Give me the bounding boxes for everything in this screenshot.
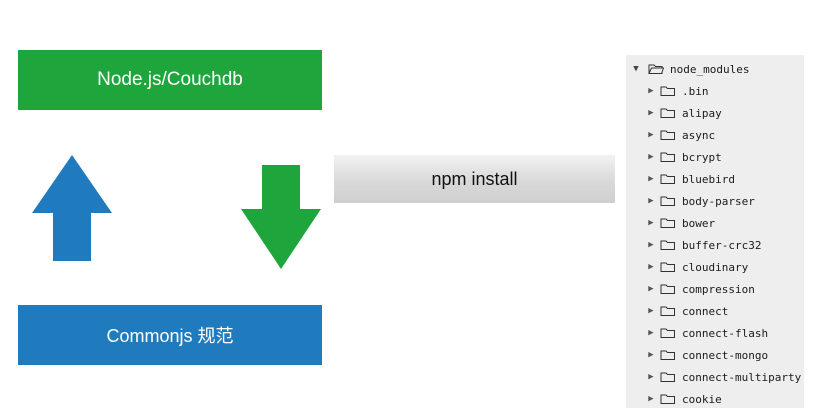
tree-item-label: connect [682, 304, 729, 318]
tree-item-label: connect-mongo [682, 348, 769, 362]
tree-item-label: .bin [682, 84, 709, 98]
folder-icon [660, 218, 675, 228]
folder-icon [660, 130, 675, 140]
tree-item[interactable]: ▶ compression [626, 278, 804, 300]
tree-item[interactable]: ▶ body-parser [626, 190, 804, 212]
folder-icon [660, 262, 675, 272]
tree-item-label: alipay [682, 106, 722, 120]
tree-item[interactable]: ▶ cloudinary [626, 256, 804, 278]
tree-item-label: async [682, 128, 716, 142]
collapse-triangle-icon[interactable]: ▶ [644, 218, 658, 228]
collapse-triangle-icon[interactable]: ▶ [644, 152, 658, 162]
commonjs-spec-box: Commonjs 规范 [18, 305, 322, 365]
folder-icon [660, 284, 675, 294]
collapse-triangle-icon[interactable]: ▶ [644, 262, 658, 272]
collapse-triangle-icon[interactable]: ▶ [644, 196, 658, 206]
tree-item-label: compression [682, 282, 755, 296]
tree-item[interactable]: ▶ buffer-crc32 [626, 234, 804, 256]
tree-item[interactable]: ▶ .bin [626, 80, 804, 102]
commonjs-spec-label: Commonjs 规范 [106, 326, 234, 346]
tree-item-label: connect-multiparty [682, 370, 802, 384]
collapse-triangle-icon[interactable]: ▶ [644, 306, 658, 316]
tree-item-label: buffer-crc32 [682, 238, 762, 252]
tree-item[interactable]: ▶ connect-flash [626, 322, 804, 344]
collapse-triangle-icon[interactable]: ▶ [644, 328, 658, 338]
collapse-triangle-icon[interactable]: ▶ [644, 86, 658, 96]
collapse-triangle-icon[interactable]: ▶ [644, 108, 658, 118]
file-tree-panel: ▼ node_modules ▶ .bin ▶ alipay ▶ async ▶ bcrypt… [626, 55, 804, 408]
tree-item-label: bower [682, 216, 716, 230]
collapse-triangle-icon[interactable]: ▶ [644, 240, 658, 250]
tree-item[interactable]: ▶ bcrypt [626, 146, 804, 168]
diagram-canvas: Node.js/Couchdb Commonjs 规范 npm install … [0, 0, 822, 417]
down-arrow-icon [241, 165, 321, 269]
tree-item[interactable]: ▶ connect-multiparty [626, 366, 804, 388]
tree-item-label: cloudinary [682, 260, 749, 274]
folder-icon [660, 196, 675, 206]
tree-item-label: body-parser [682, 194, 755, 208]
collapse-triangle-icon[interactable]: ▶ [644, 284, 658, 294]
tree-item-label: connect-flash [682, 326, 769, 340]
collapse-triangle-icon[interactable]: ▶ [644, 394, 658, 404]
npm-install-label: npm install [431, 168, 518, 189]
tree-item[interactable]: ▶ cookie [626, 388, 804, 408]
folder-open-icon [648, 64, 664, 74]
folder-icon [660, 152, 675, 162]
up-arrow-icon [32, 155, 112, 261]
folder-icon [660, 306, 675, 316]
npm-install-bar: npm install [334, 155, 615, 203]
collapse-triangle-icon[interactable]: ▶ [644, 130, 658, 140]
tree-children: ▶ .bin ▶ alipay ▶ async ▶ bcrypt ▶ bluebird ▶ body-… [626, 80, 804, 408]
folder-icon [660, 372, 675, 382]
collapse-triangle-icon[interactable]: ▶ [644, 350, 658, 360]
folder-icon [660, 240, 675, 250]
tree-item[interactable]: ▶ async [626, 124, 804, 146]
folder-icon [660, 394, 675, 404]
tree-item-label: bluebird [682, 172, 735, 186]
tree-item[interactable]: ▶ connect [626, 300, 804, 322]
tree-item[interactable]: ▶ alipay [626, 102, 804, 124]
tree-root-node-modules[interactable]: ▼ node_modules [626, 58, 804, 80]
tree-root-label: node_modules [670, 62, 750, 76]
tree-item[interactable]: ▶ bower [626, 212, 804, 234]
tree-item[interactable]: ▶ bluebird [626, 168, 804, 190]
folder-icon [660, 174, 675, 184]
folder-icon [660, 108, 675, 118]
tree-item[interactable]: ▶ connect-mongo [626, 344, 804, 366]
tree-item-label: cookie [682, 392, 722, 406]
nodejs-couchdb-box: Node.js/Couchdb [18, 50, 322, 110]
folder-icon [660, 328, 675, 338]
expand-triangle-icon[interactable]: ▼ [626, 64, 646, 74]
folder-icon [660, 86, 675, 96]
folder-icon [660, 350, 675, 360]
collapse-triangle-icon[interactable]: ▶ [644, 174, 658, 184]
tree-item-label: bcrypt [682, 150, 722, 164]
collapse-triangle-icon[interactable]: ▶ [644, 372, 658, 382]
nodejs-couchdb-label: Node.js/Couchdb [97, 69, 243, 90]
